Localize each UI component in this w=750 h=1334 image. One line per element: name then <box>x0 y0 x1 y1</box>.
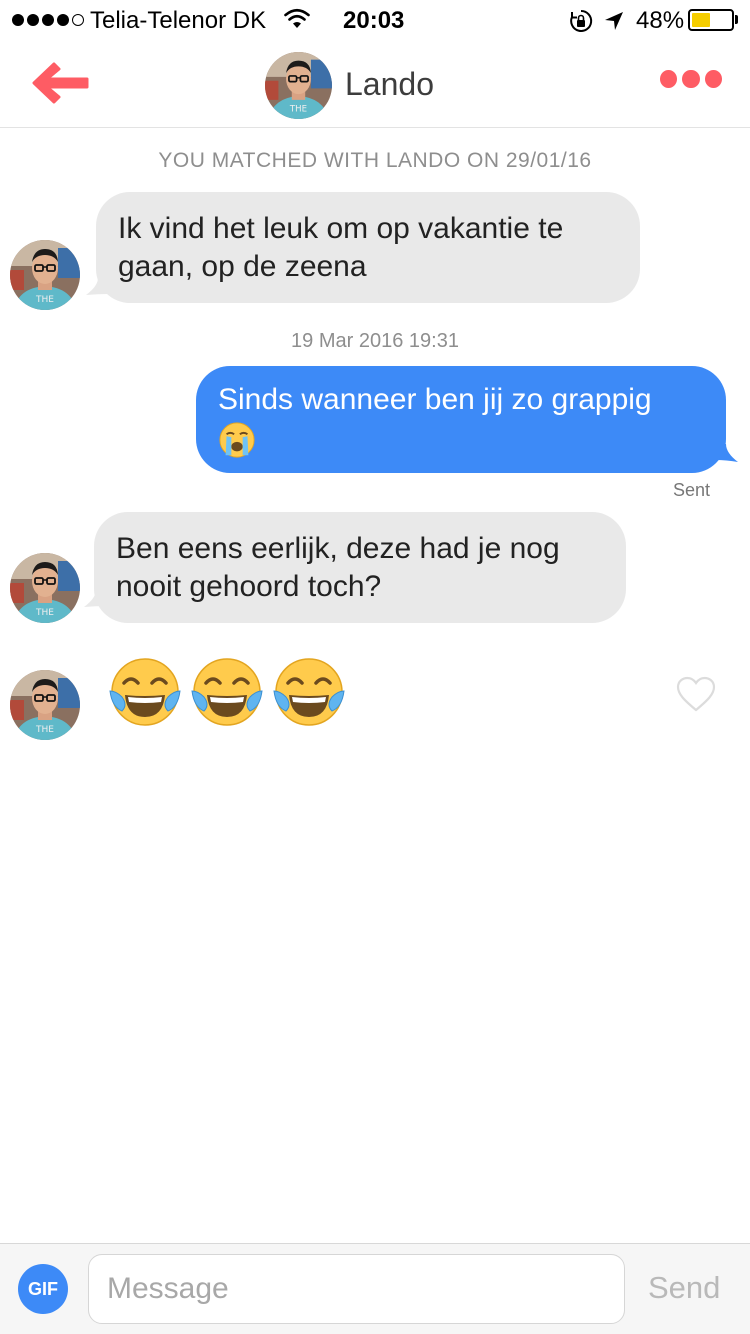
svg-text:THE: THE <box>35 295 54 305</box>
incoming-message-bubble[interactable]: Ben eens eerlijk, deze had je nog nooit … <box>94 512 626 623</box>
message-input[interactable] <box>88 1254 625 1324</box>
contact-avatar[interactable]: THE <box>10 240 80 310</box>
battery-icon <box>688 9 734 31</box>
message-composer: GIF Send <box>0 1243 750 1334</box>
tears-of-joy-icon <box>109 658 181 726</box>
message-line: gaan, op de zeena <box>118 250 367 283</box>
tears-of-joy-icon <box>191 658 263 726</box>
dot-icon <box>704 70 722 88</box>
back-button[interactable] <box>28 58 92 108</box>
chat-header: THE Lando <box>0 40 750 128</box>
contact-name[interactable]: Lando <box>345 66 434 103</box>
carrier-name: Telia-Telenor DK <box>90 7 267 34</box>
more-options-button[interactable] <box>660 70 722 94</box>
emoji-message[interactable] <box>108 655 346 735</box>
gif-button[interactable]: GIF <box>18 1264 68 1314</box>
dot-icon <box>682 70 700 88</box>
location-arrow-icon <box>604 10 624 38</box>
tears-of-joy-icon <box>273 658 345 726</box>
heart-outline-icon <box>676 676 716 712</box>
contact-avatar[interactable]: THE <box>10 670 80 740</box>
incoming-message-bubble[interactable]: Ik vind het leuk om op vakantie te gaan,… <box>96 192 640 303</box>
message-line: Ben eens eerlijk, deze had je nog <box>116 532 560 565</box>
send-button[interactable]: Send <box>648 1270 720 1306</box>
message-text: Sinds wanneer ben jij zo grappig <box>218 383 652 416</box>
contact-avatar[interactable]: THE <box>10 553 80 623</box>
status-time: 20:03 <box>343 7 405 34</box>
message-line: Ik vind het leuk om op vakantie te <box>118 212 564 245</box>
back-arrow-icon <box>32 62 89 104</box>
message-status: Sent <box>672 480 710 500</box>
dot-icon <box>660 70 678 88</box>
match-note: YOU MATCHED WITH LANDO ON 29/01/16 <box>158 149 592 172</box>
battery-fill <box>692 13 710 27</box>
rotation-lock-icon <box>569 9 593 40</box>
wifi-icon <box>283 8 311 37</box>
contact-avatar[interactable]: THE <box>265 52 332 119</box>
svg-text:THE: THE <box>289 104 307 114</box>
battery-percent: 48% <box>636 7 685 34</box>
outgoing-message-bubble[interactable]: Sinds wanneer ben jij zo grappig <box>196 366 726 473</box>
svg-text:THE: THE <box>35 608 54 618</box>
message-line: nooit gehoord toch? <box>116 570 382 603</box>
svg-text:THE: THE <box>35 725 54 735</box>
like-heart-button[interactable] <box>676 676 716 712</box>
status-bar: Telia-Telenor DK 20:03 48% <box>0 0 750 40</box>
loudly-crying-face-icon <box>219 422 255 458</box>
message-timestamp: 19 Mar 2016 19:31 <box>291 330 459 352</box>
signal-strength-icon <box>12 14 84 26</box>
